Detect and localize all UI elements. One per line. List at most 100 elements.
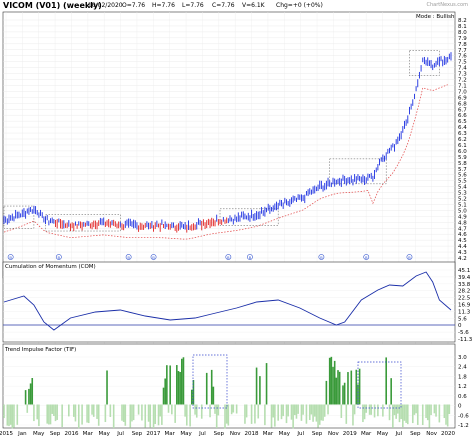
tif-bar — [411, 404, 414, 424]
tif-bar — [340, 404, 343, 418]
tif-bar — [393, 404, 396, 416]
tif-bar — [377, 404, 379, 417]
tif-bar — [149, 404, 152, 428]
tif-bar — [406, 404, 409, 425]
tif-bar — [290, 404, 293, 420]
tif-bar — [179, 372, 181, 405]
time-axis-label: Jul — [116, 431, 124, 437]
com-y-label: 39.4 — [458, 275, 471, 281]
tif-bar — [270, 404, 273, 428]
time-axis-label: Nov — [230, 431, 241, 437]
tif-bar — [212, 386, 215, 405]
tif-bar — [46, 404, 49, 424]
tif-bar — [230, 404, 233, 415]
time-axis-label: Nov — [328, 431, 339, 437]
tif-bar — [209, 404, 211, 418]
tif-bar — [3, 404, 5, 419]
tif-bar — [214, 404, 216, 414]
tif-bar — [81, 404, 83, 425]
tif-bar — [310, 404, 313, 415]
tif-y-label: 0 — [458, 404, 462, 410]
tif-bar — [97, 404, 100, 426]
buy-marker-label: B — [249, 255, 252, 260]
tif-bar — [157, 404, 160, 426]
chart-window: VICOM (V01) (weekly) 10/02/2020 O=7.76 H… — [0, 0, 474, 437]
mode-label: Mode : Bullish — [416, 14, 455, 20]
tif-bar — [257, 404, 260, 419]
time-axis-label: 2016 — [64, 431, 78, 437]
tif-bar — [325, 380, 328, 405]
tif-bar — [232, 404, 235, 413]
tif-bar — [264, 404, 266, 426]
tif-bar — [318, 404, 321, 425]
tif-bar — [335, 377, 338, 405]
buy-marker-label: B — [127, 255, 130, 260]
tif-bar — [446, 404, 449, 427]
buy-marker-label: B — [365, 255, 368, 260]
time-axis-label: May — [99, 431, 111, 437]
tif-bar — [121, 404, 123, 421]
time-axis-label: Sep — [132, 431, 143, 437]
time-axis-label: May — [180, 431, 192, 437]
time-axis-label: May — [279, 431, 291, 437]
time-axis-label: May — [33, 431, 45, 437]
tif-bar — [86, 404, 88, 423]
tif-bar — [438, 404, 441, 423]
time-axis-label: Sep — [214, 431, 225, 437]
tif-bar — [435, 404, 437, 417]
tif-bar — [210, 369, 213, 405]
time-axis-label: May — [377, 431, 389, 437]
tif-bar — [194, 404, 196, 415]
tif-bar — [350, 370, 353, 405]
tif-bar — [405, 404, 407, 423]
tif-bar — [368, 404, 371, 415]
tif-bar — [38, 404, 40, 427]
tif-bar — [13, 404, 15, 428]
com-y-label: 5.6 — [458, 316, 467, 322]
tif-bar — [49, 404, 52, 425]
tif-bar — [166, 365, 168, 405]
tif-bar — [308, 404, 311, 421]
tif-bar — [347, 372, 349, 405]
tif-bar — [448, 404, 451, 415]
tif-bar — [295, 404, 298, 419]
tif-bar — [205, 372, 208, 405]
tif-bar — [385, 357, 387, 405]
tif-bar — [92, 404, 95, 417]
tif-bar — [332, 366, 334, 405]
tif-bar — [297, 404, 299, 414]
tif-bar — [181, 358, 183, 405]
buy-marker-label: B — [9, 255, 12, 260]
tif-bar — [137, 404, 140, 415]
buy-marker-label: B — [320, 255, 323, 260]
tif-bar — [122, 404, 125, 422]
tif-bar — [255, 367, 258, 405]
tif-bar — [388, 404, 391, 421]
buy-marker-label: B — [58, 255, 61, 260]
tif-bar — [141, 404, 143, 421]
tif-bar — [430, 404, 432, 416]
tif-bar — [333, 360, 336, 405]
tif-bar — [313, 404, 316, 417]
tif-bar — [200, 404, 203, 419]
tif-bar — [56, 404, 58, 420]
tif-bar — [327, 404, 329, 415]
tif-bar — [312, 404, 314, 422]
tif-bar — [277, 404, 279, 421]
tif-bar — [337, 370, 339, 405]
com-panel: Cumulation of Momentum (COM) 45.139.433.… — [2, 261, 473, 343]
tif-bar — [293, 404, 296, 416]
tif-panel: Trend Impulse Factor (TIF) 3.0 2.4 1.8 1.2 0… — [2, 343, 469, 429]
tif-bar — [390, 378, 392, 405]
tif-bar — [144, 404, 147, 428]
tif-bar — [91, 404, 93, 415]
tif-bar — [328, 357, 331, 405]
time-axis-label: Jul — [296, 431, 304, 437]
tif-bar — [362, 404, 364, 423]
tif-bar — [29, 383, 32, 405]
tif-bar — [167, 404, 170, 413]
tif-bar — [365, 404, 368, 413]
tif-bar — [342, 385, 344, 405]
tif-bar — [154, 404, 157, 424]
tif-y-label: 2.4 — [458, 365, 467, 371]
